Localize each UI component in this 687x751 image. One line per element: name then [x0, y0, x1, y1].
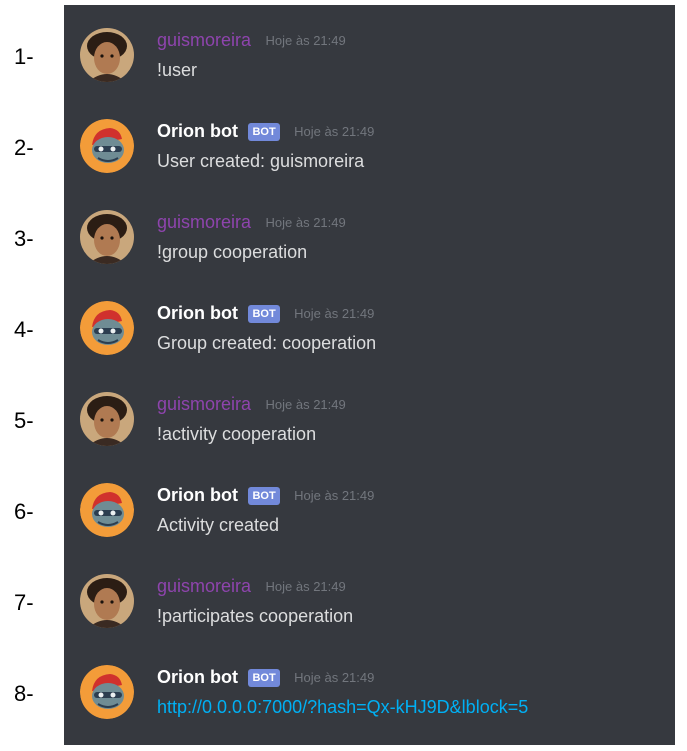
message-text: Activity created [157, 515, 280, 535]
message-text: !activity cooperation [157, 424, 317, 444]
chat-message: Orion bot BOT Hoje às 21:49 User created… [64, 119, 675, 199]
message-text: !group cooperation [157, 242, 308, 262]
message-timestamp: Hoje às 21:49 [265, 397, 346, 412]
step-number-6: 6- [14, 499, 34, 524]
author-name[interactable]: Orion bot [157, 485, 238, 506]
author-name[interactable]: guismoreira [157, 576, 251, 597]
author-name[interactable]: Orion bot [157, 121, 238, 142]
bot-avatar[interactable] [80, 119, 134, 173]
chat-message: Orion bot BOT Hoje às 21:49 Activity cre… [64, 483, 675, 563]
step-number-1: 1- [14, 44, 34, 69]
bot-avatar[interactable] [80, 483, 134, 537]
bot-badge: BOT [248, 486, 280, 505]
message-text: !participates cooperation [157, 606, 354, 626]
user-avatar[interactable] [80, 28, 134, 82]
chat-message: guismoreira Hoje às 21:49 !activity coop… [64, 392, 675, 472]
user-avatar[interactable] [80, 574, 134, 628]
step-number-2: 2- [14, 135, 34, 160]
step-number-3: 3- [14, 226, 34, 251]
message-timestamp: Hoje às 21:49 [294, 124, 375, 139]
chat-message: Orion bot BOT Hoje às 21:49 Group create… [64, 301, 675, 381]
chat-message: guismoreira Hoje às 21:49 !participates … [64, 574, 675, 654]
step-number-8: 8- [14, 681, 34, 706]
bot-badge: BOT [248, 668, 280, 687]
message-link[interactable]: http://0.0.0.0:7000/?hash=Qx-kHJ9D&lbloc… [157, 697, 528, 718]
message-timestamp: Hoje às 21:49 [294, 670, 375, 685]
author-name[interactable]: Orion bot [157, 667, 238, 688]
chat-message: Orion bot BOT Hoje às 21:49 http://0.0.0… [64, 665, 675, 745]
bot-avatar[interactable] [80, 301, 134, 355]
bot-badge: BOT [248, 122, 280, 141]
message-timestamp: Hoje às 21:49 [265, 579, 346, 594]
message-text: Group created: cooperation [157, 333, 377, 353]
step-number-5: 5- [14, 408, 34, 433]
chat-panel: guismoreira Hoje às 21:49 !user Orion bo… [64, 5, 675, 745]
user-avatar[interactable] [80, 210, 134, 264]
message-timestamp: Hoje às 21:49 [265, 215, 346, 230]
chat-message: guismoreira Hoje às 21:49 !user [64, 28, 675, 108]
bot-avatar[interactable] [80, 665, 134, 719]
message-timestamp: Hoje às 21:49 [294, 488, 375, 503]
user-avatar[interactable] [80, 392, 134, 446]
step-number-7: 7- [14, 590, 34, 615]
message-timestamp: Hoje às 21:49 [294, 306, 375, 321]
message-text: !user [157, 60, 198, 80]
bot-badge: BOT [248, 304, 280, 323]
chat-message: guismoreira Hoje às 21:49 !group coopera… [64, 210, 675, 290]
author-name[interactable]: guismoreira [157, 394, 251, 415]
author-name[interactable]: guismoreira [157, 30, 251, 51]
author-name[interactable]: guismoreira [157, 212, 251, 233]
step-number-4: 4- [14, 317, 34, 342]
message-text: User created: guismoreira [157, 151, 365, 171]
message-timestamp: Hoje às 21:49 [265, 33, 346, 48]
author-name[interactable]: Orion bot [157, 303, 238, 324]
